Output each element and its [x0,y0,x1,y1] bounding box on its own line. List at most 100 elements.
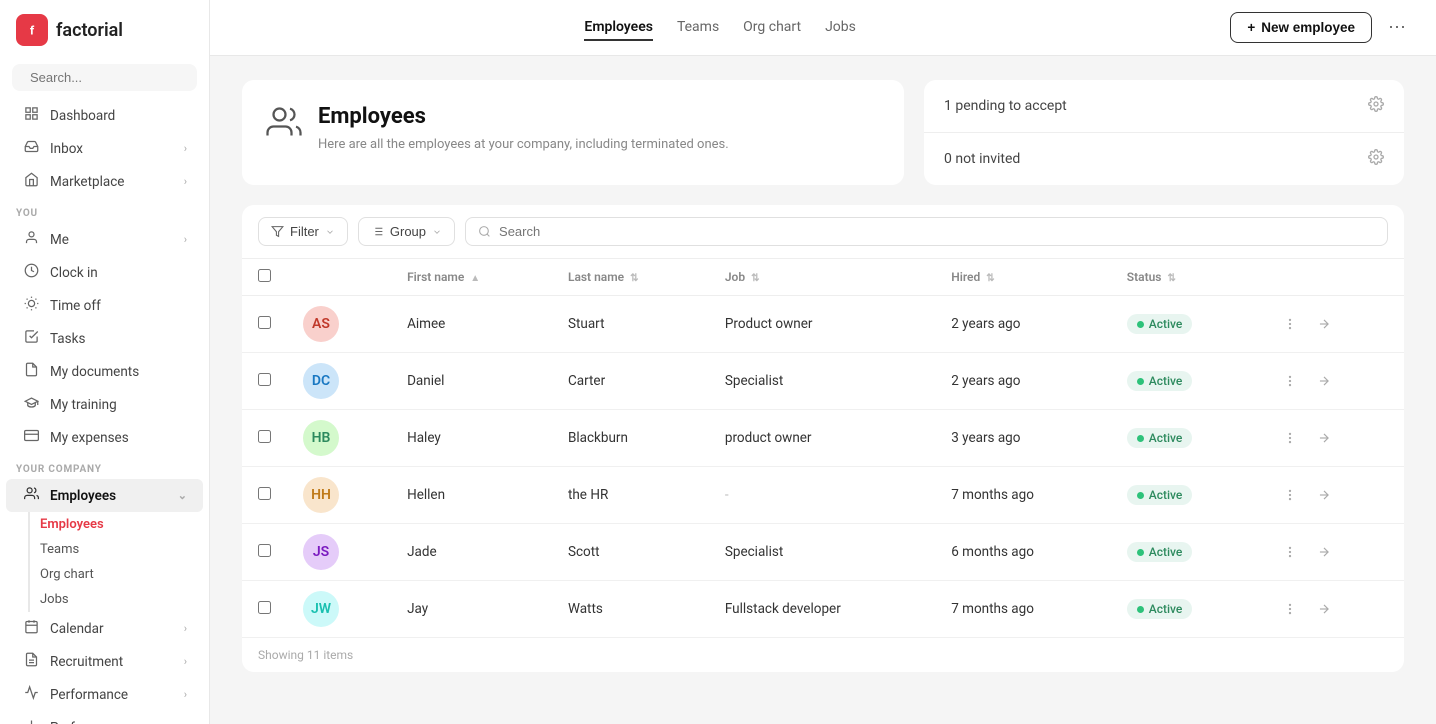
avatar: HH [303,477,339,513]
tab-teams[interactable]: Teams [677,15,719,41]
marketplace-icon [22,172,40,191]
row-hired: 7 months ago [935,467,1111,524]
row-status: Active [1111,353,1260,410]
row-more-button[interactable] [1276,367,1304,395]
sidebar-item-label: Tasks [50,331,85,347]
sidebar-item-label: My expenses [50,430,129,446]
row-avatar-cell: JW [287,581,391,638]
row-avatar-cell: AS [287,296,391,353]
select-all-checkbox[interactable] [258,269,271,282]
row-navigate-button[interactable] [1310,595,1338,623]
row-navigate-button[interactable] [1310,538,1338,566]
row-more-button[interactable] [1276,595,1304,623]
more-options-button[interactable]: ⋯ [1382,13,1412,43]
status-badge: Active [1127,542,1193,562]
sidebar-sub-employees[interactable]: Employees [30,512,203,537]
clock-icon [22,263,40,282]
group-button[interactable]: Group [358,217,455,246]
row-navigate-button[interactable] [1310,424,1338,452]
page-icon [266,104,302,147]
row-more-button[interactable] [1276,481,1304,509]
col-first-name[interactable]: First name ▲ [391,259,552,296]
row-checkbox[interactable] [258,487,271,500]
row-checkbox[interactable] [258,373,271,386]
chevron-icon: ⌄ [178,489,187,502]
row-more-button[interactable] [1276,310,1304,338]
sidebar-item-calendar[interactable]: Calendar › [6,612,203,645]
main: Employees Teams Org chart Jobs + New emp… [210,0,1436,724]
row-navigate-button[interactable] [1310,367,1338,395]
sub-item-label: Jobs [40,592,69,607]
sidebar-item-time-off[interactable]: Time off [6,289,203,322]
row-more-button[interactable] [1276,538,1304,566]
tab-employees[interactable]: Employees [584,15,653,41]
page-header: Employees Here are all the employees at … [242,80,1404,185]
row-actions [1276,367,1388,395]
topnav: Employees Teams Org chart Jobs + New emp… [210,0,1436,56]
col-last-name[interactable]: Last name ⇅ [552,259,709,296]
table-row: HB Haley Blackburn product owner 3 years… [242,410,1404,467]
employees-table-wrapper: First name ▲ Last name ⇅ Job ⇅ [242,259,1404,638]
sidebar-sub-teams[interactable]: Teams [30,537,203,562]
row-checkbox[interactable] [258,601,271,614]
col-hired[interactable]: Hired ⇅ [935,259,1111,296]
search-input[interactable] [30,70,206,85]
tab-org-chart[interactable]: Org chart [743,15,801,41]
dashboard-icon [22,106,40,125]
col-job[interactable]: Job ⇅ [709,259,935,296]
table-search-input[interactable] [499,224,1375,239]
avatar: AS [303,306,339,342]
sidebar-item-label: Employees [50,488,116,504]
row-status: Active [1111,467,1260,524]
sidebar-item-label: Clock in [50,265,98,281]
sidebar-item-me[interactable]: Me › [6,223,203,256]
sidebar-item-employees[interactable]: Employees ⌄ [6,479,203,512]
training-icon [22,395,40,414]
employee-rows: AS Aimee Stuart Product owner 2 years ag… [242,296,1404,638]
stat-gear-icon[interactable] [1368,96,1384,116]
row-actions-cell [1260,410,1404,467]
group-label: Group [390,224,426,239]
sidebar-item-label: Dashboard [50,108,115,124]
sidebar-item-my-documents[interactable]: My documents [6,355,203,388]
row-last-name: Scott [552,524,709,581]
tab-jobs[interactable]: Jobs [825,15,856,41]
row-navigate-button[interactable] [1310,310,1338,338]
chevron-icon: › [184,655,187,668]
sidebar-item-label: Performance [50,687,128,703]
sidebar-item-dashboard[interactable]: Dashboard [6,99,203,132]
sidebar-item-my-expenses[interactable]: My expenses [6,421,203,454]
sub-item-label: Org chart [40,567,94,582]
sidebar-search[interactable]: ⌘K [12,64,197,91]
row-checkbox[interactable] [258,544,271,557]
row-checkbox[interactable] [258,316,271,329]
row-first-name: Jade [391,524,552,581]
sidebar-item-tasks[interactable]: Tasks [6,322,203,355]
row-checkbox[interactable] [258,430,271,443]
sidebar-item-my-training[interactable]: My training [6,388,203,421]
row-actions-cell [1260,296,1404,353]
row-navigate-button[interactable] [1310,481,1338,509]
status-badge: Active [1127,485,1193,505]
sidebar-item-recruitment[interactable]: Recruitment › [6,645,203,678]
row-more-button[interactable] [1276,424,1304,452]
row-actions-cell [1260,467,1404,524]
sidebar-item-inbox[interactable]: Inbox › [6,132,203,165]
sidebar-item-performance-new[interactable]: Performance NEW › [6,711,203,724]
stat-gear-icon-2[interactable] [1368,149,1384,169]
filter-button[interactable]: Filter [258,217,348,246]
sidebar-sub-org-chart[interactable]: Org chart [30,562,203,587]
status-badge: Active [1127,371,1193,391]
new-employee-button[interactable]: + New employee [1230,12,1372,43]
sidebar-sub-jobs[interactable]: Jobs [30,587,203,612]
performance-new-icon [22,718,40,724]
avatar: DC [303,363,339,399]
table-search[interactable] [465,217,1388,246]
sidebar-item-label: My training [50,397,117,413]
logo-icon: f [16,14,48,46]
sidebar-item-performance[interactable]: Performance › [6,678,203,711]
sidebar-item-clock-in[interactable]: Clock in [6,256,203,289]
sidebar-item-label: Me [50,232,69,248]
sidebar-item-marketplace[interactable]: Marketplace › [6,165,203,198]
col-status[interactable]: Status ⇅ [1111,259,1260,296]
